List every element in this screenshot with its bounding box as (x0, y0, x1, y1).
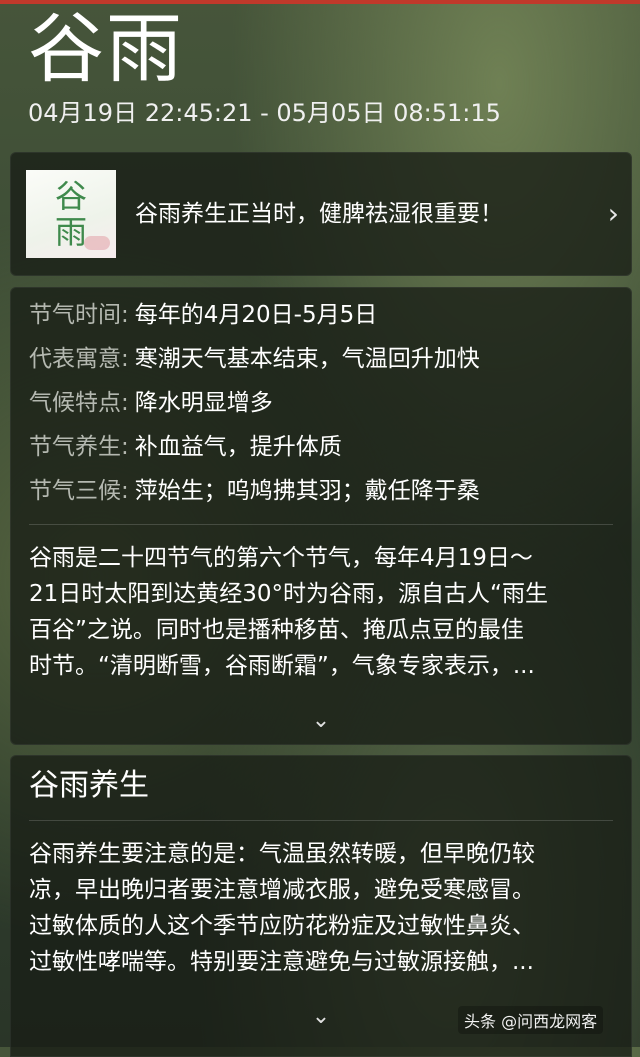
info-key: 节气三候: (29, 478, 129, 504)
thumbnail-char-bottom: 雨 (54, 213, 87, 251)
description-line: 时节。“清明断雪，谷雨断霜”，气象专家表示，... (29, 653, 535, 679)
header: 谷雨 04月19日 22:45:21 - 05月05日 08:51:15 (28, 4, 618, 128)
term-info-card: 节气时间: 每年的4月20日-5月5日 代表寓意: 寒潮天气基本结束，气温回升加快 … (10, 287, 632, 745)
article-banner-card[interactable]: 谷 雨 谷雨养生正当时，健脾祛湿很重要！ › (10, 152, 632, 276)
info-value: 降水明显增多 (134, 390, 273, 416)
health-line: 过敏性哮喘等。特别要注意避免与过敏源接触，... (29, 949, 534, 975)
section-title: 谷雨养生 (29, 768, 149, 803)
info-value: 寒潮天气基本结束，气温回升加快 (134, 346, 480, 372)
article-thumbnail: 谷 雨 (26, 170, 116, 258)
divider (29, 820, 613, 821)
chevron-right-icon: › (607, 197, 619, 230)
info-value: 补血益气，提升体质 (134, 434, 342, 460)
info-value: 每年的4月20日-5月5日 (134, 302, 378, 328)
divider (29, 524, 613, 525)
info-key: 节气时间: (29, 302, 129, 328)
description-line: 谷雨是二十四节气的第六个节气，每年4月19日～ (29, 545, 533, 571)
info-key: 代表寓意: (29, 346, 129, 372)
health-line: 谷雨养生要注意的是：气温虽然转暖，但早晚仍较 (29, 841, 535, 867)
info-key: 节气养生: (29, 434, 129, 460)
description-line: 21日时太阳到达黄经30°时为谷雨，源自古人“雨生 (29, 581, 548, 607)
health-text: 谷雨养生要注意的是：气温虽然转暖，但早晚仍较 凉，早出晚归者要注意增减衣服，避免… (29, 836, 617, 980)
info-row-climate: 气候特点: 降水明显增多 (29, 388, 273, 418)
description-line: 百谷”之说。同时也是播种移苗、掩瓜点豆的最佳 (29, 617, 524, 643)
info-row-time: 节气时间: 每年的4月20日-5月5日 (29, 300, 377, 330)
info-key: 气候特点: (29, 390, 129, 416)
health-line: 凉，早出晚归者要注意增减衣服，避免受寒感冒。 (29, 877, 535, 903)
thumbnail-char-top: 谷 (54, 177, 87, 215)
health-line: 过敏体质的人这个季节应防花粉症及过敏性鼻炎、 (29, 913, 535, 939)
term-description: 谷雨是二十四节气的第六个节气，每年4月19日～ 21日时太阳到达黄经30°时为谷… (29, 540, 617, 684)
info-row-health: 节气养生: 补血益气，提升体质 (29, 432, 342, 462)
term-period: 04月19日 22:45:21 - 05月05日 08:51:15 (28, 99, 501, 127)
info-row-meaning: 代表寓意: 寒潮天气基本结束，气温回升加快 (29, 344, 480, 374)
expand-chevron-down-icon[interactable]: ⌄ (11, 708, 631, 733)
watermark: 头条 @问西龙网客 (458, 1006, 604, 1034)
info-value: 萍始生；呜鸠拂其羽；戴任降于桑 (134, 478, 480, 504)
page-title: 谷雨 (28, 4, 184, 93)
article-title: 谷雨养生正当时，健脾祛湿很重要！ (135, 201, 503, 227)
info-row-phenology: 节气三候: 萍始生；呜鸠拂其羽；戴任降于桑 (29, 476, 480, 506)
